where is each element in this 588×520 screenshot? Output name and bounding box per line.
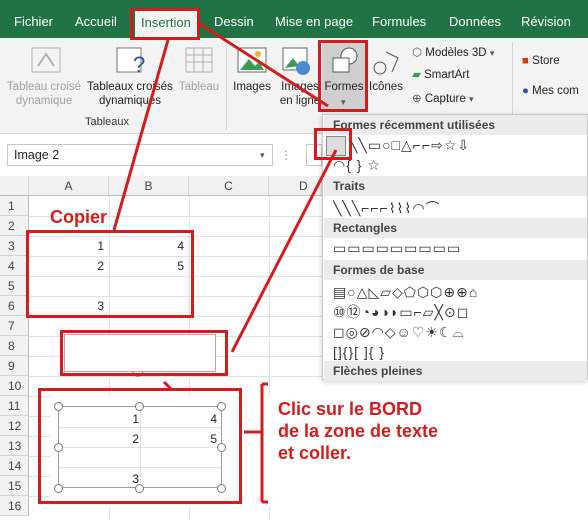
highlight-new-textbox xyxy=(60,330,228,376)
annotation-clic-line1: Clic sur le BORD xyxy=(278,399,423,419)
annot-line-shapes xyxy=(199,22,329,108)
annotation-clic-line2: de la zone de texte xyxy=(278,421,439,441)
highlight-shapes-button xyxy=(318,40,368,112)
highlight-insertion-tab xyxy=(130,8,200,40)
annotation-copier: Copier xyxy=(50,207,108,227)
annotation-clic-line3: et coller. xyxy=(278,443,352,463)
annot-line-textbox xyxy=(230,149,338,353)
highlight-textbox-shape xyxy=(314,128,352,160)
annot-line-copy xyxy=(112,39,170,231)
highlight-copy-range xyxy=(26,230,194,318)
highlight-pasted-textbox xyxy=(38,388,242,504)
